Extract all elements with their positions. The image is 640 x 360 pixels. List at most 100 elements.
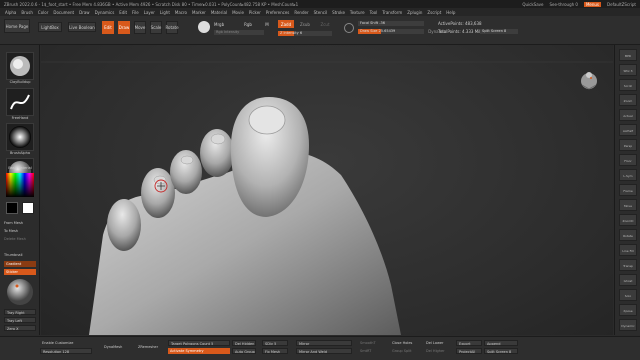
right-shelf-xpose-button[interactable]: Xpose — [619, 304, 637, 316]
move-button[interactable]: Move — [134, 21, 146, 34]
menu-item-tool[interactable]: Tool — [370, 10, 378, 15]
menu-item-brush[interactable]: Brush — [21, 10, 33, 15]
right-shelf-scroll-button[interactable]: Scroll — [619, 79, 637, 91]
right-shelf-actual-button[interactable]: Actual — [619, 109, 637, 121]
right-shelf-l-sym-button[interactable]: L.Sym — [619, 169, 637, 181]
group-split-button[interactable]: Group Split — [390, 348, 420, 354]
material-sphere-icon[interactable] — [198, 21, 210, 33]
smooth-button[interactable]: SmoothT — [358, 340, 382, 346]
export-button[interactable]: Export — [456, 340, 482, 346]
viewport-canvas[interactable] — [41, 45, 613, 335]
material-preview[interactable] — [6, 278, 34, 306]
append-button[interactable]: Append — [484, 340, 518, 346]
draw-button[interactable]: Draw — [118, 21, 130, 34]
live-boolean-button[interactable]: Live Boolean — [68, 22, 96, 32]
focal-shift-slider[interactable]: Focal Shift -36 — [358, 21, 424, 26]
tray-right-button[interactable]: Tray Right — [4, 309, 36, 315]
right-shelf-line-fill-button[interactable]: Line Fill — [619, 244, 637, 256]
enable-customize-button[interactable]: Enable Customize — [40, 340, 84, 346]
menus-toggle[interactable]: Menus — [583, 1, 602, 7]
del-lower-button[interactable]: Del Lower — [424, 340, 454, 346]
rotate-button[interactable]: Rotate — [165, 21, 179, 34]
menu-item-edit[interactable]: Edit — [119, 10, 127, 15]
menu-item-render[interactable]: Render — [294, 10, 308, 15]
smooth-rt-button[interactable]: SmtRT — [358, 348, 382, 354]
zremesher-button[interactable]: ZRemesher — [136, 344, 164, 350]
split-screen-slider[interactable]: Split Screen 8 — [480, 29, 518, 34]
menu-item-movie[interactable]: Movie — [232, 10, 244, 15]
menu-item-dynamics[interactable]: Dynamics — [95, 10, 115, 15]
resolution-slider[interactable]: Resolution 128 — [40, 348, 92, 354]
del-higher-button[interactable]: Del Higher — [424, 348, 454, 354]
alpha-thumbnail[interactable] — [6, 123, 34, 151]
right-shelf-transp-button[interactable]: Transp — [619, 259, 637, 271]
m-toggle[interactable]: M — [262, 20, 272, 28]
menu-item-help[interactable]: Help — [446, 10, 455, 15]
home-page-button[interactable]: Home Page — [4, 19, 30, 33]
dynamesh-button[interactable]: DynaMesh — [102, 344, 130, 350]
right-shelf-solo-button[interactable]: Solo — [619, 289, 637, 301]
menu-item-texture[interactable]: Texture — [350, 10, 365, 15]
menu-item-stencil[interactable]: Stencil — [314, 10, 328, 15]
right-shelf-persp-button[interactable]: Persp — [619, 139, 637, 151]
right-shelf-frame-button[interactable]: Frame — [619, 184, 637, 196]
from-mesh-button[interactable]: From Mesh — [4, 221, 36, 225]
draw-size-slider[interactable]: Draw Size 25.65439 — [358, 29, 424, 34]
zadd-toggle[interactable]: Zadd — [278, 20, 294, 28]
see-through-slider[interactable]: See-through 0 — [550, 2, 578, 7]
menu-item-alpha[interactable]: Alpha — [5, 10, 16, 15]
menu-item-color[interactable]: Color — [38, 10, 48, 15]
zcut-toggle[interactable]: Zcut — [318, 20, 332, 28]
split-screen-bottom-slider[interactable]: Split Screen 8 — [484, 348, 518, 354]
sticker-button[interactable]: Sticker — [4, 269, 36, 275]
stroke-thumbnail[interactable] — [6, 88, 34, 116]
target-polygons-slider[interactable]: Target Polygons Count 5 — [168, 340, 230, 346]
menu-item-zscript[interactable]: Zscript — [427, 10, 441, 15]
z-intensity-slider[interactable]: Z Intensity 6 — [278, 31, 332, 36]
mirror-and-weld-button[interactable]: Mirror And Weld — [296, 348, 352, 354]
menu-item-layer[interactable]: Layer — [144, 10, 155, 15]
color-picker[interactable] — [6, 173, 34, 197]
menu-item-preferences[interactable]: Preferences — [266, 10, 290, 15]
menu-item-material[interactable]: Material — [211, 10, 227, 15]
menu-item-marker[interactable]: Marker — [192, 10, 206, 15]
brush-thumbnail[interactable] — [6, 52, 34, 80]
menu-item-transform[interactable]: Transform — [382, 10, 402, 15]
quicksave-button[interactable]: QuickSave — [522, 2, 543, 7]
gradient-button[interactable]: Gradient — [4, 261, 36, 267]
del-hidden-button[interactable]: Del Hidden — [232, 340, 256, 346]
menu-item-picker[interactable]: Picker — [249, 10, 261, 15]
zsub-toggle[interactable]: Zsub — [298, 20, 312, 28]
right-shelf-zoomd-button[interactable]: ZoomD — [619, 214, 637, 226]
right-shelf-floor-button[interactable]: Floor — [619, 154, 637, 166]
activate-symmetry-button[interactable]: Activate Symmetry — [168, 348, 230, 354]
menu-item-document[interactable]: Document — [53, 10, 74, 15]
menu-item-zplugin[interactable]: Zplugin — [407, 10, 422, 15]
right-shelf-spix-3-button[interactable]: SPix 3 — [619, 64, 637, 76]
mrgb-toggle[interactable]: Mrgb — [214, 20, 234, 28]
mirror-button[interactable]: Mirror — [296, 340, 352, 346]
fix-mesh-button[interactable]: Fix Mesh — [262, 348, 288, 354]
menu-item-stroke[interactable]: Stroke — [332, 10, 345, 15]
tray-left-button[interactable]: Tray Left — [4, 317, 36, 323]
draw-mode-icon[interactable] — [344, 23, 354, 33]
right-shelf-zoom-button[interactable]: Zoom — [619, 94, 637, 106]
right-shelf-bpr-button[interactable]: BPR — [619, 49, 637, 61]
rgb-toggle[interactable]: Rgb — [242, 20, 254, 28]
right-shelf-move-button[interactable]: Move — [619, 199, 637, 211]
secondary-color-swatch[interactable] — [6, 202, 18, 214]
scale-button[interactable]: Scale — [150, 21, 162, 34]
main-color-swatch[interactable] — [22, 202, 34, 214]
right-shelf-ghost-button[interactable]: Ghost — [619, 274, 637, 286]
rgb-intensity-slider[interactable]: Rgb Intensity — [214, 30, 264, 35]
to-mesh-button[interactable]: To Mesh — [4, 229, 36, 233]
default-zscript-button[interactable]: DefaultZScript — [607, 2, 636, 7]
right-shelf-dynamic-button[interactable]: Dynamic — [619, 319, 637, 331]
auto-groups-button[interactable]: Auto Groups — [232, 348, 256, 354]
zero-x-button[interactable]: Zero X — [4, 325, 36, 331]
right-shelf-rotate-button[interactable]: Rotate — [619, 229, 637, 241]
menu-item-file[interactable]: File — [132, 10, 139, 15]
project-all-button[interactable]: ProjectAll — [456, 348, 482, 354]
close-holes-button[interactable]: Close Holes — [390, 340, 420, 346]
sdiv-slider[interactable]: SDiv 5 — [262, 340, 288, 346]
